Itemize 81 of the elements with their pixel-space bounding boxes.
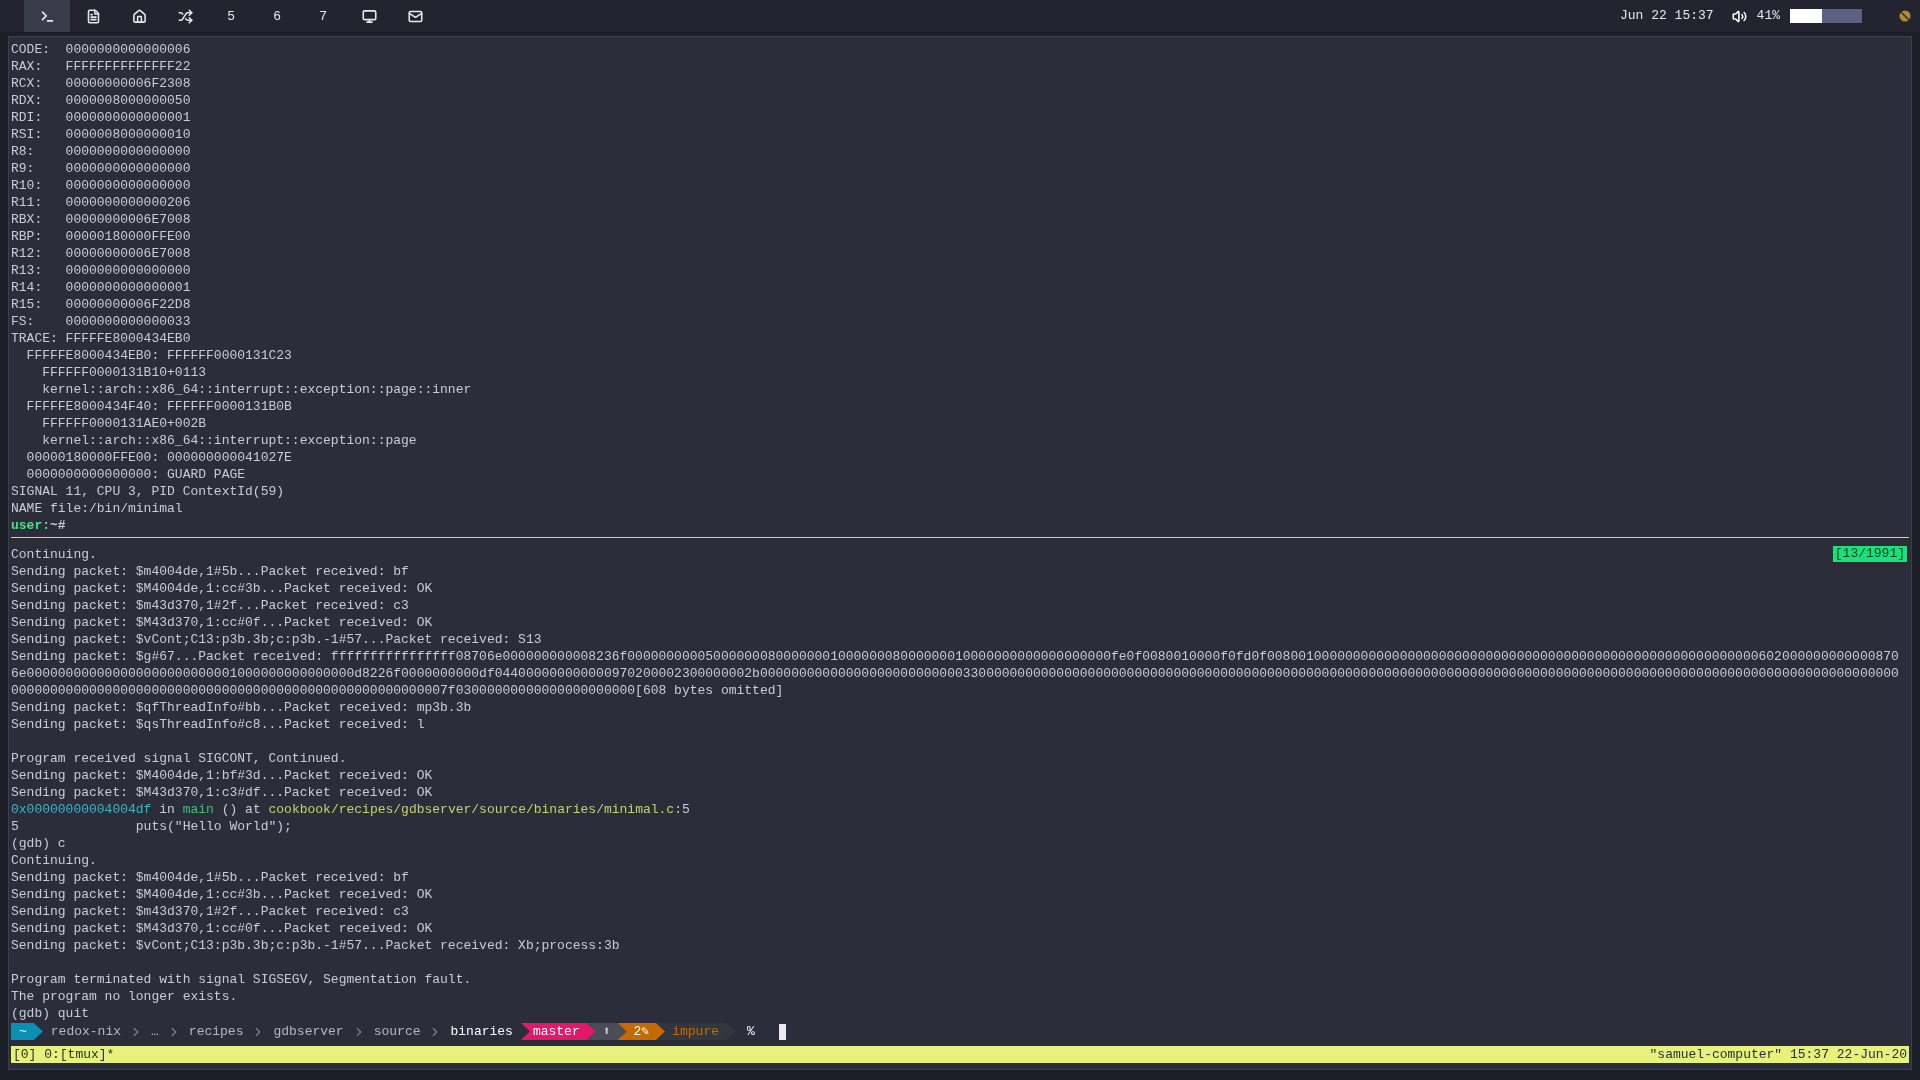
terminal-line: Program terminated with signal SIGSEGV, Segmentation fault. <box>11 971 472 988</box>
terminal-line: RDI: 0000000000000001 <box>11 109 191 126</box>
workspace-button[interactable]: 6 <box>254 0 300 32</box>
terminal-line: FFFFFF0000131AE0+002B <box>41 415 207 432</box>
workspace-button[interactable]: 7 <box>300 0 346 32</box>
terminal-line: Sending packet: $m4004de,1#5b...Packet received: bf <box>11 563 409 580</box>
terminal-line: kernel::arch::x86_64::interrupt::exception::page::inner <box>41 381 472 398</box>
terminal-line: Sending packet: $M43d370,1:cc#0f...Packet received: OK <box>11 614 433 631</box>
cursor <box>778 1023 786 1040</box>
terminal-line: Sending packet: $vCont;C13:p3b.3b;c:p3b.-1#57...Packet received: S13 <box>11 631 542 648</box>
volume-icon[interactable] <box>1731 8 1747 24</box>
path-label: source <box>372 1023 422 1040</box>
clock: Jun 22 15:37 <box>1619 7 1714 26</box>
terminal-line: R9: 0000000000000000 <box>11 160 191 177</box>
shuffle-icon <box>177 8 193 24</box>
monitor-icon <box>361 8 377 24</box>
terminal-line: Sending packet: $M4004de,1:cc#3b...Packet received: OK <box>11 580 433 597</box>
volume-reading: 41% <box>1756 7 1780 26</box>
terminal-line: FFFFFE8000434EB0: FFFFFF0000131C23 <box>25 347 292 364</box>
terminal-line: Continuing. <box>11 546 97 563</box>
terminal-line: RAX: FFFFFFFFFFFFFF22 <box>11 58 191 75</box>
terminal-line: Continuing. <box>11 852 97 869</box>
workspace-button[interactable]: 5 <box>208 0 254 32</box>
tmux-window-list: [0] 0:[tmux]* <box>13 1044 115 1065</box>
document-icon <box>85 8 101 24</box>
terminal-line: NAME file:/bin/minimal <box>11 500 183 517</box>
path-label: binaries <box>449 1023 514 1040</box>
terminal-line: SIGNAL 11, CPU 3, PID ContextId(59) <box>11 483 285 500</box>
terminal-line: (gdb) quit <box>11 1005 89 1022</box>
terminal-line: FFFFFF0000131B10+0113 <box>41 364 207 381</box>
terminal-line: Sending packet: $qsThreadInfo#c8...Packet received: l <box>11 716 425 733</box>
terminal-line: Program received signal SIGCONT, Continued. <box>11 750 347 767</box>
terminal-line: CODE: 0000000000000006 <box>11 41 191 58</box>
terminal-line: 0000000000000000: GUARD PAGE <box>25 466 246 483</box>
terminal-line: Sending packet: $m43d370,1#2f...Packet received: c3 <box>11 597 409 614</box>
path-label: redox-nix <box>49 1023 123 1040</box>
terminal-line: TRACE: FFFFFE8000434EB0 <box>11 330 191 347</box>
terminal-line: 5 puts("Hello World"); <box>11 818 292 835</box>
terminal-line: Sending packet: $M4004de,1:cc#3b...Packet received: OK <box>11 886 433 903</box>
tmux-host-clock: "samuel-computer" 15:37 22-Jun-20 <box>1649 1045 1907 1064</box>
scroll-position-badge: [13/1991] <box>1832 546 1907 562</box>
path-label: … <box>150 1023 160 1040</box>
terminal-line: R14: 0000000000000001 <box>11 279 191 296</box>
terminal-icon <box>39 8 55 24</box>
terminal-line: kernel::arch::x86_64::interrupt::exception::page <box>41 432 417 449</box>
terminal-line: The program no longer exists. <box>11 988 238 1005</box>
terminal-line: Sending packet: $M4004de,1:bf#3d...Packet received: OK <box>11 767 433 784</box>
terminal-line: R13: 0000000000000000 <box>11 262 191 279</box>
terminal-line: RDX: 0000008000000050 <box>11 92 191 109</box>
nix-env-segment: impure <box>656 1023 735 1040</box>
terminal-line: Sending packet: $qfThreadInfo#bb...Packet received: mp3b.3b <box>11 699 472 716</box>
terminal-line: R11: 0000000000000206 <box>11 194 191 211</box>
terminal-line: Sending packet: $g#67...Packet received: ffffffffffffffff08706e000000000008236f00000000005000000080000000100000008000000010000000000000000000fe0f0080010000f0fd0f008001000000000000000000000000000000000000000000000000000000000602000000000000870 <box>11 648 1899 665</box>
terminal-line: RBP: 00000180000FFE00 <box>11 228 191 245</box>
terminal-line: FS: 0000000000000033 <box>11 313 191 330</box>
terminal-line: (gdb) c <box>11 835 66 852</box>
terminal-line: Sending packet: $m43d370,1#2f...Packet received: c3 <box>11 903 409 920</box>
terminal-line: R10: 0000000000000000 <box>11 177 191 194</box>
prompt-symbol: % <box>746 1023 756 1040</box>
terminal-line: 0x00000000004004df in main () at cookbook/recipes/gdbserver/source/binaries/minimal.c:5 <box>11 801 690 818</box>
terminal-line: 6e000000000000000000000000001000000000000000d8226f0000000000df044000000000000970200002300000002b00000000000000000000000000330000000000000000000000000000000000000000000000000000000000000000000000000000000000000000000000000000000000000000000000 <box>11 665 1899 682</box>
path-label: gdbserver <box>272 1023 345 1040</box>
mail-icon <box>407 8 423 24</box>
terminal-line: Sending packet: $M43d370,1:cc#0f...Packet received: OK <box>11 920 433 937</box>
terminal-line: FFFFFE8000434F40: FFFFFF0000131B0B <box>25 398 292 415</box>
terminal-line: Sending packet: $m4004de,1#5b...Packet received: bf <box>11 869 409 886</box>
terminal-line: R15: 00000000006F22D8 <box>11 296 191 313</box>
terminal-line: RSI: 0000008000000010 <box>11 126 191 143</box>
home-icon <box>131 8 147 24</box>
terminal-line: Sending packet: $vCont;C13:p3b.3b;c:p3b.-1#57...Packet received: Xb;process:3b <box>11 937 620 954</box>
terminal-line: RCX: 00000000006F2308 <box>11 75 191 92</box>
status-icon[interactable] <box>1898 9 1912 23</box>
terminal-line: RBX: 00000000006E7008 <box>11 211 191 228</box>
terminal-line: R12: 00000000006E7008 <box>11 245 191 262</box>
terminal-line: Sending packet: $M43d370,1:c3#df...Packet received: OK <box>11 784 433 801</box>
terminal-line: 00000180000FFE00: 000000000041027E <box>25 449 292 466</box>
prompt-home-segment: ~ <box>11 1023 43 1040</box>
terminal-line: 00000000000000000000000000000000000000000000000000000007f03000000000000000000000[608 bytes omitted] <box>11 682 784 699</box>
path-label: recipes <box>187 1023 245 1040</box>
terminal-line: user:~# <box>11 517 66 534</box>
terminal-line: R8: 0000000000000000 <box>11 143 191 160</box>
